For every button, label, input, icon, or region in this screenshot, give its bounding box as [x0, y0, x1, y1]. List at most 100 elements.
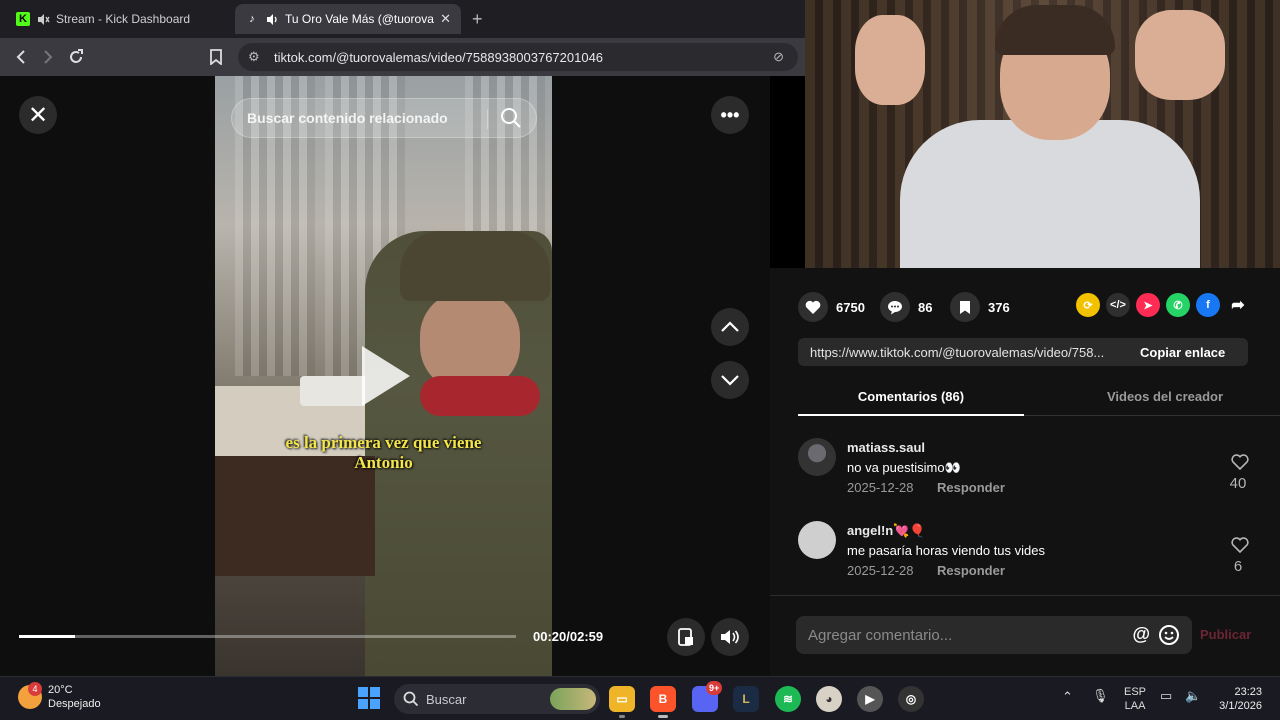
search-icon[interactable] [500, 107, 522, 132]
streamer-hair [995, 5, 1115, 55]
muted-speaker-icon[interactable] [36, 12, 50, 26]
play-icon[interactable] [362, 346, 410, 406]
related-search-input[interactable]: Buscar contenido relacionado [231, 98, 537, 138]
comment-placeholder: Agregar comentario... [808, 626, 953, 644]
scarf [420, 376, 540, 416]
taskbar: 4 20°C Despejado Buscar ▭ B 9+ L ≋ ◕ ▶ ◎… [0, 676, 1280, 720]
webcam-overlay [805, 0, 1280, 268]
publish-button[interactable]: Publicar [1200, 627, 1251, 642]
language-code: ESP [1124, 686, 1147, 698]
embed-icon[interactable]: </> [1106, 293, 1130, 317]
cast-icon[interactable]: ⊘ [773, 49, 784, 65]
discord-icon[interactable]: 9+ [692, 681, 723, 712]
next-video-button[interactable] [711, 361, 749, 399]
tab-title: Tu Oro Vale Más (@tuorovale [285, 12, 435, 26]
repost-icon[interactable]: ⟳ [1076, 293, 1100, 317]
heart-outline-icon[interactable] [1228, 454, 1252, 475]
weather-widget[interactable]: 4 20°C Despejado [18, 682, 101, 711]
new-tab-icon[interactable]: + [472, 9, 483, 30]
box [215, 456, 375, 576]
bookmark-icon [950, 292, 980, 322]
previous-video-button[interactable] [711, 308, 749, 346]
right-hand [1135, 10, 1225, 100]
post-panel: 6750 86 376 ⟳ </> ➤ ✆ f ➦ https://www.ti… [770, 268, 1280, 676]
floating-player-button[interactable] [667, 618, 705, 656]
brave-browser-icon[interactable]: B [650, 686, 676, 712]
facebook-icon[interactable]: f [1196, 293, 1220, 317]
comment-username[interactable]: angel!n💘🎈 [847, 523, 926, 539]
app-icon[interactable]: ◕ [816, 686, 842, 712]
progress-fill [19, 635, 75, 638]
emoji-icon[interactable] [1158, 624, 1180, 650]
search-placeholder: Buscar contenido relacionado [247, 110, 448, 126]
chevron-down-icon [721, 375, 739, 386]
comment-input[interactable]: Agregar comentario... @ [796, 616, 1192, 654]
url-text: tiktok.com/@tuorovalemas/video/758893800… [274, 49, 604, 65]
send-icon[interactable]: ➤ [1136, 293, 1160, 317]
like-count: 6750 [836, 299, 865, 315]
share-link-box: https://www.tiktok.com/@tuorovalemas/vid… [798, 338, 1248, 366]
close-tab-icon[interactable]: ✕ [440, 11, 451, 27]
forward-icon[interactable] [37, 46, 59, 68]
volume-icon[interactable]: 🔈 [1185, 689, 1201, 703]
tab-kick-dashboard[interactable]: K Stream - Kick Dashboard [6, 4, 232, 34]
like-button[interactable]: 6750 [798, 292, 865, 322]
layout-code: LAA [1124, 700, 1146, 712]
comment-like-count: 40 [1229, 475, 1247, 492]
spotify-icon[interactable]: ≋ [775, 686, 801, 712]
notification-badge: 9+ [706, 681, 723, 695]
chevron-up-icon [721, 321, 739, 332]
speaker-icon[interactable] [265, 12, 279, 26]
reply-button[interactable]: Responder [937, 480, 1005, 495]
save-button[interactable]: 376 [950, 292, 1010, 322]
reload-icon[interactable] [65, 46, 87, 68]
save-count: 376 [988, 299, 1010, 315]
obs-icon[interactable]: ◎ [898, 686, 924, 712]
streamer-shirt [900, 120, 1200, 268]
language-indicator[interactable]: ESP LAA [1124, 685, 1146, 713]
share-link-text[interactable]: https://www.tiktok.com/@tuorovalemas/vid… [798, 345, 1128, 360]
caption-line: es la primera vez que viene [285, 433, 482, 452]
more-options-icon[interactable]: ••• [711, 96, 749, 134]
tab-comments[interactable]: Comentarios (86) [798, 389, 1024, 404]
avatar[interactable] [798, 438, 836, 476]
volume-icon [721, 630, 739, 644]
close-icon[interactable]: ✕ [19, 96, 57, 134]
comment-button[interactable]: 86 [880, 292, 932, 322]
volume-button[interactable] [711, 618, 749, 656]
divider [487, 109, 488, 129]
league-of-legends-icon[interactable]: L [733, 686, 759, 712]
avatar[interactable] [798, 521, 836, 559]
time-display: 00:20/02:59 [533, 629, 604, 644]
file-explorer-icon[interactable]: ▭ [609, 686, 635, 712]
system-clock[interactable]: 23:23 3/1/2026 [1219, 685, 1262, 713]
bookmark-icon[interactable] [205, 46, 227, 68]
url-field[interactable]: ⚙ tiktok.com/@tuorovalemas/video/7588938… [238, 43, 798, 71]
reply-button[interactable]: Responder [937, 563, 1005, 578]
comment-date: 2025-12-28 [847, 563, 914, 578]
whatsapp-icon[interactable]: ✆ [1166, 293, 1190, 317]
tiktok-icon: ♪ [249, 13, 255, 25]
back-icon[interactable] [10, 46, 32, 68]
tab-tiktok[interactable]: ♪ Tu Oro Vale Más (@tuorovale ✕ [235, 4, 461, 34]
comment-item: angel!n💘🎈 me pasaría horas viendo tus vi… [798, 521, 1258, 581]
comment-username[interactable]: matiass.saul [847, 440, 925, 455]
network-icon[interactable]: ▭ [1160, 689, 1172, 703]
microphone-icon[interactable]: 🎙 [1092, 689, 1109, 703]
mention-icon[interactable]: @ [1132, 624, 1150, 645]
windows-start-icon[interactable] [358, 687, 380, 709]
chevron-up-icon[interactable]: ⌃ [1062, 690, 1073, 704]
progress-bar[interactable] [19, 635, 516, 638]
media-player-icon[interactable]: ▶ [857, 686, 883, 712]
notification-badge: 4 [28, 682, 42, 696]
tab-creator-videos[interactable]: Videos del creador [1052, 389, 1278, 404]
taskbar-search-input[interactable]: Buscar [394, 684, 600, 714]
video-caption: es la primera vez que viene Antonio [215, 433, 552, 473]
heart-outline-icon[interactable] [1228, 537, 1252, 558]
comment-text: me pasaría horas viendo tus vides [847, 543, 1045, 558]
share-icon[interactable]: ➦ [1226, 293, 1250, 317]
site-settings-icon[interactable]: ⚙ [248, 49, 260, 65]
comment-count: 86 [918, 299, 933, 315]
tab-title: Stream - Kick Dashboard [56, 12, 191, 26]
copy-link-button[interactable]: Copiar enlace [1128, 345, 1225, 360]
